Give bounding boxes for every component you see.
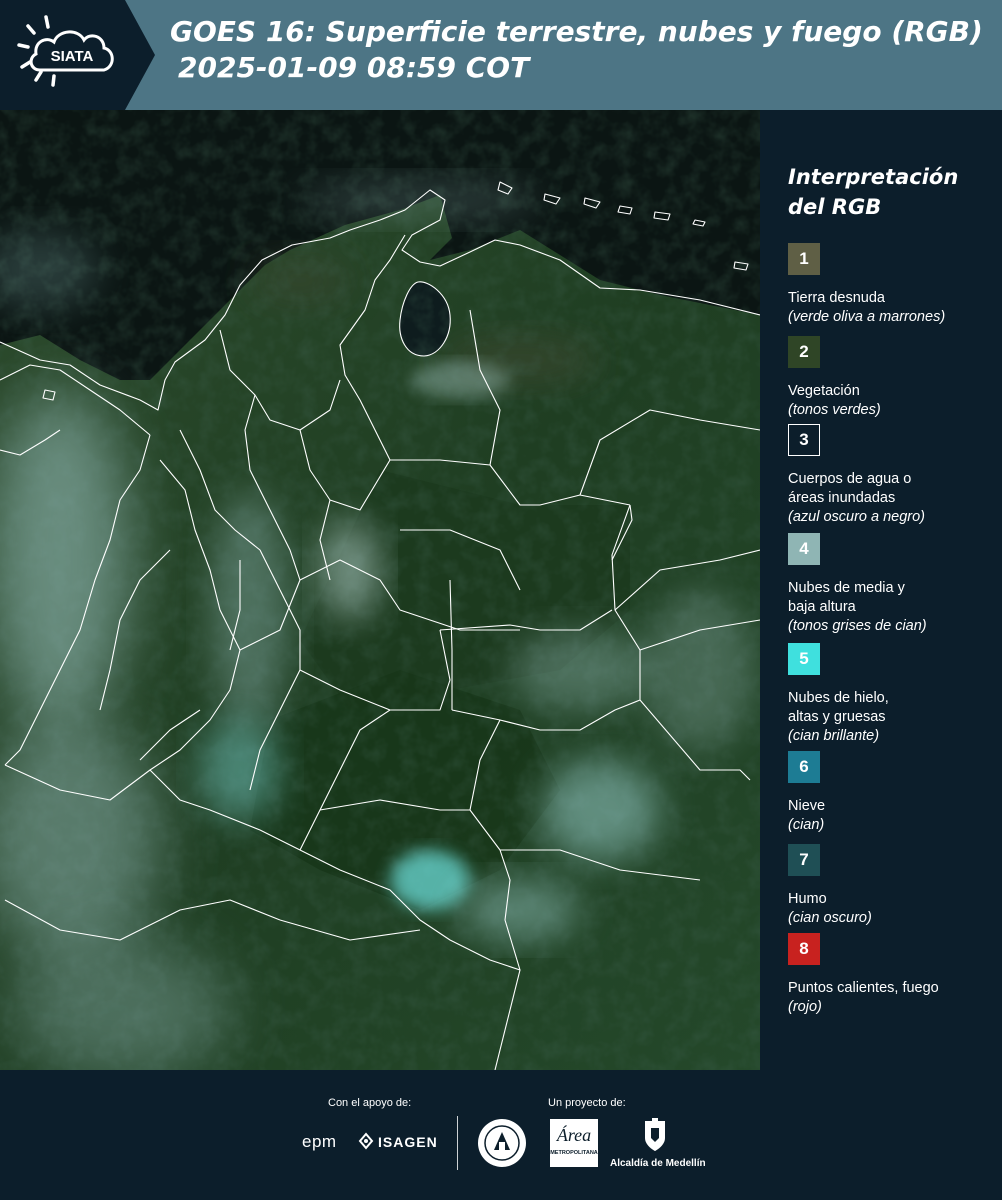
- vegetation-swatch-icon: 2: [788, 336, 820, 368]
- project-caption: Un proyecto de:: [548, 1097, 626, 1109]
- smoke-swatch-icon: 7: [788, 844, 820, 876]
- area-logo-subtext: METROPOLITANA: [550, 1150, 598, 1156]
- legend-item-snow: 6 Nieve (cian): [788, 751, 998, 835]
- medellin-shield-icon: [645, 1118, 665, 1151]
- title-line-2-datetime: 2025-01-09 08:59 COT: [178, 51, 530, 84]
- legend-item-label: Nubes de media y: [788, 580, 905, 596]
- page-title: GOES 16: Superficie terrestre, nubes y f…: [170, 14, 983, 86]
- legend-item-label: Puntos calientes, fuego: [788, 980, 939, 996]
- legend-item-label: baja altura: [788, 599, 856, 615]
- legend-item-label: altas y gruesas: [788, 709, 886, 725]
- legend-item-water: 3 Cuerpos de agua o áreas inundadas (azu…: [788, 424, 998, 527]
- legend-item-label: Nubes de hielo,: [788, 690, 889, 706]
- legend-item-note: (cian oscuro): [788, 910, 872, 926]
- logo-text: SIATA: [51, 48, 94, 65]
- medellin-label: Alcaldía de Medellín: [610, 1158, 706, 1169]
- isagen-logo: ISAGEN: [378, 1134, 438, 1150]
- legend-item-label: Cuerpos de agua o: [788, 471, 912, 487]
- header-bar: SIATA GOES 16: Superficie terrestre, nub…: [0, 0, 1002, 110]
- legend-item-note: (azul oscuro a negro): [788, 509, 926, 525]
- legend-title: Interpretación del RGB: [788, 162, 988, 222]
- legend-item-note: (rojo): [788, 999, 822, 1015]
- support-caption: Con el apoyo de:: [328, 1097, 412, 1109]
- legend-item-mid-low-clouds: 4 Nubes de media y baja altura (tonos gr…: [788, 533, 998, 636]
- fire-swatch-icon: 8: [788, 933, 820, 965]
- legend-item-note: (tonos verdes): [788, 402, 881, 418]
- bare-soil-swatch-icon: 1: [788, 243, 820, 275]
- gobernacion-seal-icon: [478, 1119, 526, 1167]
- legend-item-fire: 8 Puntos calientes, fuego (rojo): [788, 933, 998, 1017]
- siata-logo-icon: SIATA: [0, 0, 155, 110]
- colombia-rgb-map: [0, 110, 760, 1070]
- water-swatch-icon: 3: [788, 424, 820, 456]
- legend-item-note: (cian brillante): [788, 728, 880, 744]
- area-logo-text: Área: [556, 1125, 592, 1145]
- ice-cloud-swatch-icon: 5: [788, 643, 820, 675]
- satellite-rgb-image: [0, 110, 760, 1070]
- legend-title-line-2: del RGB: [788, 195, 882, 219]
- title-line-1: GOES 16: Superficie terrestre, nubes y f…: [170, 15, 983, 48]
- legend-item-note: (tonos grises de cian): [788, 618, 927, 634]
- area-metropolitana-logo: Área METROPOLITANA: [550, 1119, 598, 1167]
- legend-item-vegetation: 2 Vegetación (tonos verdes): [788, 336, 998, 420]
- legend-item-ice-clouds: 5 Nubes de hielo, altas y gruesas (cian …: [788, 643, 998, 746]
- siata-logo: SIATA: [0, 0, 155, 110]
- epm-logo: epm: [302, 1132, 337, 1151]
- legend-item-note: (verde oliva a marrones): [788, 309, 946, 325]
- legend-item-label: Humo: [788, 891, 827, 907]
- legend-panel: Interpretación del RGB 1 Tierra desnuda …: [760, 110, 1002, 1070]
- mid-low-cloud-swatch-icon: 4: [788, 533, 820, 565]
- legend-item-label: áreas inundadas: [788, 490, 896, 506]
- legend-item-label: Tierra desnuda: [788, 290, 885, 306]
- legend-item-smoke: 7 Humo (cian oscuro): [788, 844, 998, 928]
- legend-title-line-1: Interpretación: [788, 165, 959, 189]
- legend-item-bare-soil: 1 Tierra desnuda (verde oliva a marrones…: [788, 243, 998, 327]
- legend-item-label: Nieve: [788, 798, 826, 814]
- footer-sponsors: Con el apoyo de: Un proyecto de: epm ISA…: [0, 1070, 1002, 1200]
- snow-swatch-icon: 6: [788, 751, 820, 783]
- legend-item-label: Vegetación: [788, 383, 860, 399]
- legend-item-note: (cian): [788, 817, 825, 833]
- isagen-logo-icon: [358, 1132, 374, 1150]
- footer-divider: [457, 1116, 458, 1170]
